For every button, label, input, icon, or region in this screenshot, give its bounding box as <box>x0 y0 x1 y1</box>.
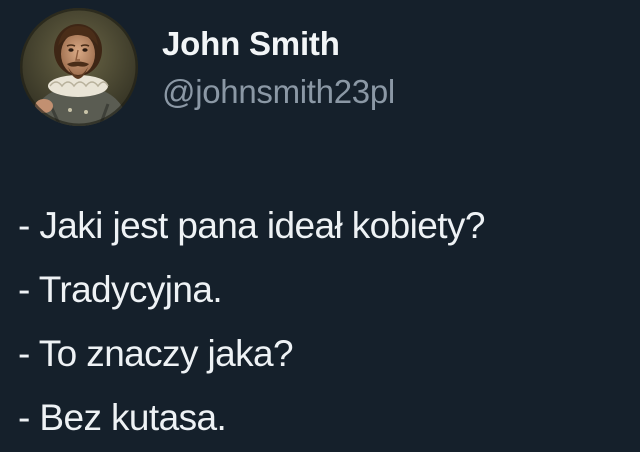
tweet-card: John Smith @johnsmith23pl - Jaki jest pa… <box>0 0 640 452</box>
tweet-line: - To znaczy jaka? <box>18 333 294 374</box>
tweet-line: - Tradycyjna. <box>18 269 223 310</box>
author-name[interactable]: John Smith <box>162 24 340 64</box>
tweet-line: - Jaki jest pana ideał kobiety? <box>18 205 485 246</box>
author-avatar[interactable] <box>20 8 138 126</box>
tweet-text: - Jaki jest pana ideał kobiety? - Tradyc… <box>18 194 630 450</box>
author-handle[interactable]: @johnsmith23pl <box>162 72 395 112</box>
tweet-line: - Bez kutasa. <box>18 397 227 438</box>
portrait-icon <box>20 8 138 126</box>
